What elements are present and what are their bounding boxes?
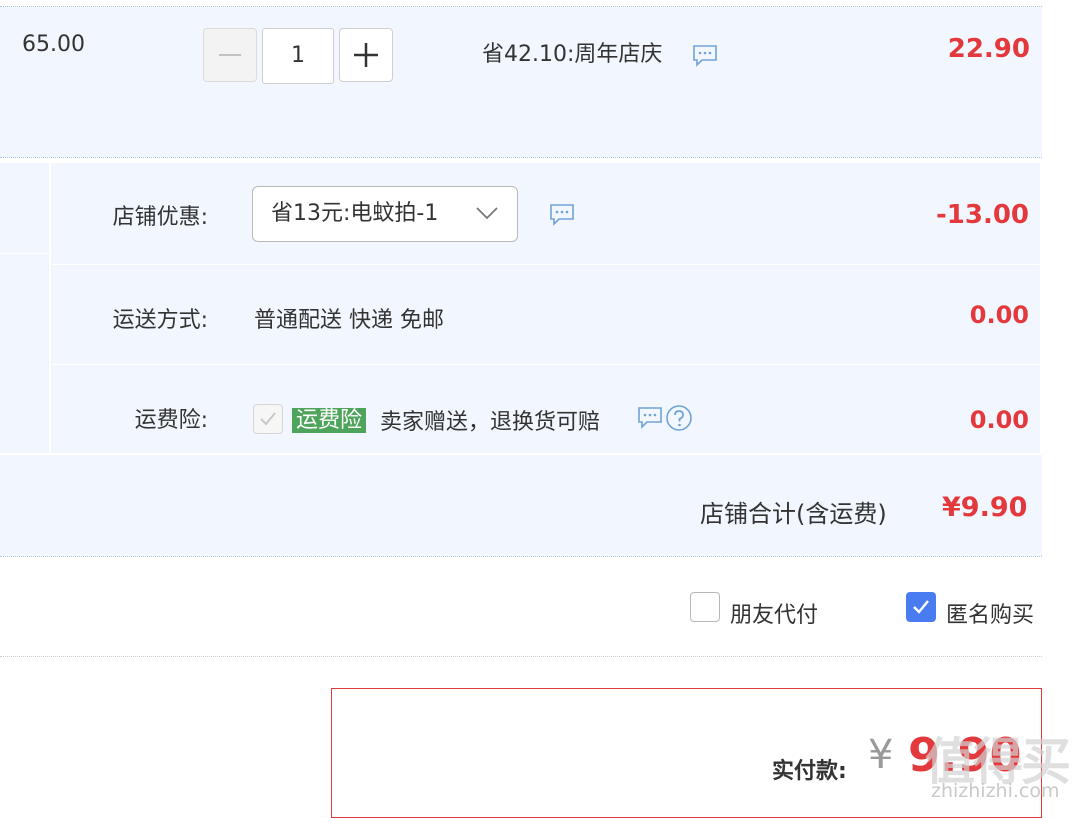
row-divider-2 xyxy=(52,364,1040,365)
item-divider xyxy=(0,157,1042,158)
shop-total-value: ¥9.90 xyxy=(942,492,1028,523)
question-circle-icon[interactable] xyxy=(665,404,693,432)
anonymous-checkbox[interactable] xyxy=(906,592,936,622)
checkmark-icon xyxy=(913,600,929,614)
minus-icon xyxy=(219,54,241,56)
shop-discount-label: 店铺优惠: xyxy=(112,205,208,230)
friend-pay-label[interactable]: 朋友代付 xyxy=(730,597,818,629)
plus-icon xyxy=(354,43,378,67)
chat-bubble-icon[interactable] xyxy=(692,44,718,68)
shipping-amount: 0.00 xyxy=(969,301,1029,329)
shipping-method: 普通配送 快递 免邮 xyxy=(254,308,444,333)
options-divider xyxy=(0,656,1042,657)
quantity-input[interactable]: 1 xyxy=(262,28,334,84)
anonymous-label[interactable]: 匿名购买 xyxy=(946,597,1034,629)
shop-total-label: 店铺合计(含运费) xyxy=(700,500,887,528)
item-row xyxy=(0,7,1042,157)
watermark-url: zhizhizhi.com xyxy=(931,780,1060,802)
shop-discount-select[interactable]: 省13元:电蚊拍-1 xyxy=(252,186,518,242)
shop-total-divider xyxy=(0,556,1042,557)
item-subtotal: 22.90 xyxy=(947,34,1030,64)
shop-discount-amount: -13.00 xyxy=(935,200,1029,230)
chat-bubble-icon[interactable] xyxy=(549,203,575,227)
shop-discount-selected: 省13元:电蚊拍-1 xyxy=(271,201,439,226)
shipping-insurance-checkbox xyxy=(253,404,283,434)
row-divider-1 xyxy=(52,264,1040,265)
checkmark-icon xyxy=(260,412,276,426)
shipping-insurance-desc: 卖家赠送，退换货可赔 xyxy=(380,410,601,435)
shipping-insurance-tag: 运费险 xyxy=(292,402,367,434)
payment-label: 实付款: xyxy=(772,759,847,784)
chevron-down-icon xyxy=(476,207,498,220)
increase-quantity-button[interactable] xyxy=(339,28,393,82)
payment-currency: ¥ xyxy=(868,732,894,778)
shipping-insurance-amount: 0.00 xyxy=(969,406,1029,434)
friend-pay-checkbox[interactable] xyxy=(690,592,720,622)
decrease-quantity-button[interactable] xyxy=(203,28,257,82)
shipping-insurance-label: 运费险: xyxy=(134,408,208,433)
item-promo-text: 省42.10:周年店庆 xyxy=(482,42,663,67)
chat-bubble-icon[interactable] xyxy=(637,406,663,430)
unit-price: 65.00 xyxy=(22,32,85,57)
left-divider xyxy=(0,253,49,254)
shipping-label: 运送方式: xyxy=(112,308,208,333)
